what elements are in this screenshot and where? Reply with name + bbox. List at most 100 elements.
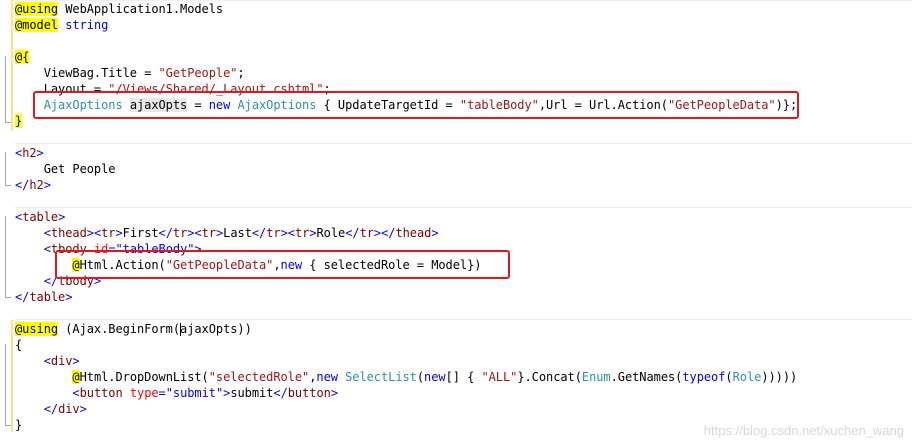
code-token: new	[208, 98, 231, 112]
code-token: { UpdateTargetId =	[316, 98, 460, 112]
code-token: ,	[273, 258, 281, 272]
fold-line-razor-block	[5, 56, 6, 122]
code-token: </	[15, 290, 30, 304]
code-token: "submit"	[165, 386, 224, 400]
code-line[interactable]: <table>	[15, 209, 65, 225]
code-line[interactable]: }	[15, 417, 22, 433]
code-token: </	[345, 226, 360, 240]
code-token: id	[93, 242, 109, 256]
code-token: h2	[22, 146, 37, 160]
code-token: button	[287, 386, 331, 400]
code-token: h2	[29, 178, 44, 192]
code-token: </	[273, 386, 288, 400]
code-token: Layout =	[15, 82, 109, 96]
code-token: <	[43, 354, 51, 368]
code-line[interactable]: <tbody id="tableBody">	[15, 241, 202, 257]
code-token: "ALL"	[481, 370, 518, 384]
code-token: button	[79, 386, 123, 400]
code-token: [] {	[445, 370, 482, 384]
code-token: ><	[187, 226, 202, 240]
code-token: new	[316, 370, 338, 384]
code-line[interactable]: @using (Ajax.BeginForm(ajaxOpts))	[15, 321, 252, 337]
code-line[interactable]: ViewBag.Title = "GetPeople";	[15, 65, 245, 81]
code-token: string	[65, 18, 109, 32]
code-line[interactable]: <div>	[15, 353, 80, 369]
editor-gutter	[0, 0, 16, 443]
watermark-text: https://blog.csdn.net/xuchen_wang	[703, 423, 904, 438]
code-line[interactable]: @{	[15, 49, 29, 65]
code-token: tr	[201, 226, 216, 240]
code-line[interactable]: </tbody>	[15, 273, 101, 289]
code-line[interactable]: Get People	[15, 161, 116, 177]
code-line[interactable]: {	[15, 337, 22, 353]
code-token: .GetNames(	[610, 370, 683, 384]
code-line[interactable]: @model string	[15, 17, 108, 33]
code-token: >	[43, 178, 51, 192]
code-token: =	[158, 386, 166, 400]
code-token: =	[108, 242, 116, 256]
code-token: )))))	[761, 370, 798, 384]
code-token: tr	[101, 226, 116, 240]
code-line[interactable]: }	[15, 113, 22, 129]
code-token: ><	[86, 226, 102, 240]
code-token: >	[65, 290, 73, 304]
code-token: ,Url = Url.Action(	[538, 98, 668, 112]
code-token: tbody	[50, 242, 87, 256]
code-line[interactable]: Layout = "/Views/Shared/_Layout.cshtml";	[15, 81, 331, 97]
code-token: submit	[230, 386, 274, 400]
code-token: }	[15, 418, 23, 432]
code-token: >	[58, 210, 66, 224]
code-line[interactable]: <thead><tr>First</tr><tr>Last</tr><tr>Ro…	[15, 225, 439, 241]
code-token: WebApplication1.Models	[58, 2, 224, 16]
section-separator	[15, 143, 912, 144]
code-line[interactable]: AjaxOptions ajaxOpts = new AjaxOptions {…	[15, 97, 797, 113]
code-token: "GetPeopleData"	[165, 258, 274, 272]
code-token: "tableBody"	[115, 242, 195, 256]
code-token: Enum	[581, 370, 611, 384]
code-line[interactable]: </div>	[15, 401, 87, 417]
code-editor[interactable]: @using WebApplication1.Models @model stri…	[0, 0, 912, 443]
code-token: }	[15, 114, 23, 128]
fold-end-h2	[5, 185, 11, 186]
code-line[interactable]: <h2>	[15, 145, 44, 161]
changed-lines-indicator-2	[11, 320, 13, 432]
code-token: new	[280, 258, 303, 272]
code-token: ViewBag.Title =	[15, 66, 159, 80]
code-token: ;	[323, 82, 331, 96]
code-line[interactable]: <button type="submit">submit</button>	[15, 385, 338, 401]
code-token: >	[72, 354, 80, 368]
fold-line-table	[5, 216, 6, 297]
code-token: div	[50, 354, 73, 368]
code-token: </	[158, 226, 173, 240]
fold-line-h2	[5, 152, 6, 185]
code-token: "tableBody"	[459, 98, 539, 112]
code-token: )};	[775, 98, 798, 112]
code-token: </	[43, 402, 59, 416]
code-line[interactable]: @Html.Action("GetPeopleData",new { selec…	[15, 257, 481, 273]
code-token: >	[194, 242, 202, 256]
code-token: "/Views/Shared/_Layout.cshtml"	[108, 82, 324, 96]
code-token: type	[129, 386, 159, 400]
code-token: typeof	[682, 370, 726, 384]
code-line[interactable]: @Html.DropDownList("selectedRole",new Se…	[15, 369, 797, 385]
code-token: </	[15, 178, 30, 192]
code-token: >	[115, 226, 123, 240]
code-token: tr	[294, 226, 310, 240]
code-token: "GetPeople"	[158, 66, 238, 80]
code-token: </	[251, 226, 267, 240]
code-line[interactable]: @using WebApplication1.Models	[15, 1, 223, 17]
code-token: tr	[172, 226, 188, 240]
code-token: <	[43, 242, 51, 256]
code-token: @using	[15, 2, 59, 16]
code-line[interactable]: </table>	[15, 289, 72, 305]
fold-end-using	[5, 425, 11, 426]
code-token: {	[15, 338, 23, 352]
section-separator	[15, 319, 912, 320]
code-line[interactable]: </h2>	[15, 177, 51, 193]
